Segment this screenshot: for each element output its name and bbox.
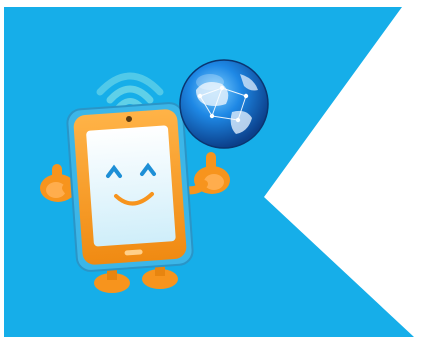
tablet-mascot	[66, 102, 194, 272]
banner-illustration	[4, 7, 414, 337]
illustration-canvas	[0, 0, 436, 340]
globe-icon	[179, 59, 269, 149]
